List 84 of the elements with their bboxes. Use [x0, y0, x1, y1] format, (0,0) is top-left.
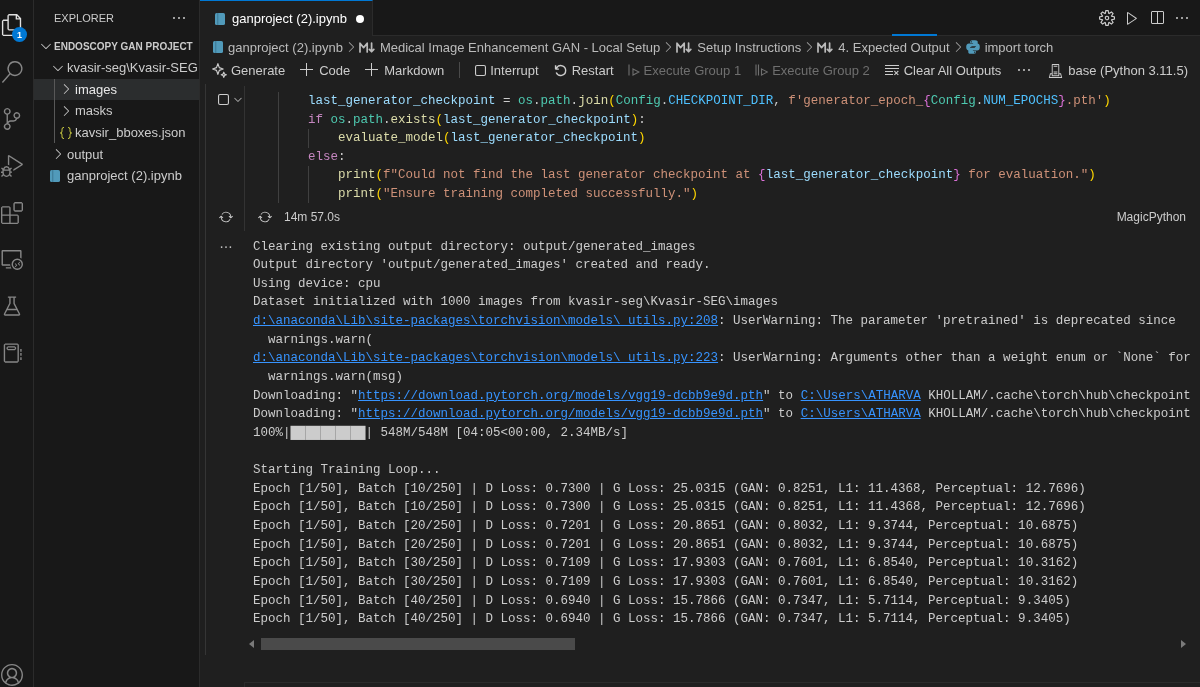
output-line: Epoch [1/50], Batch [40/250] | D Loss: 0.6940 | G Loss: 15.7866 (GAN: 0.7347, L1: 5.7114, Perceptual: 9.3405): [253, 592, 1072, 610]
breadcrumb-item[interactable]: ganproject (2).ipynb: [213, 39, 343, 55]
markdown-icon: [817, 41, 834, 53]
python-icon: [965, 40, 980, 54]
run-debug-icon[interactable]: [1, 154, 23, 177]
output-line: d:\anaconda\Lib\site-packages\torchvision\models\_utils.py:223: UserWarning: Arguments other than a weight enum or `None` for: [253, 350, 1192, 368]
toolbar-button[interactable]: Code: [294, 59, 356, 81]
restart-icon: [552, 62, 568, 78]
notebook-icon: [50, 169, 60, 182]
sparkle-icon: [212, 62, 227, 78]
breadcrumb-item[interactable]: import torch: [965, 39, 1054, 55]
search-icon[interactable]: [1, 61, 23, 84]
server-icon: [1048, 62, 1064, 78]
output-line: warnings.warn(: [267, 331, 375, 349]
notification-badge: 1: [12, 27, 27, 42]
arrow-right-icon[interactable]: [1181, 640, 1186, 649]
output-line: Epoch [1/50], Batch [40/250] | D Loss: 0.6940 | G Loss: 15.7866 (GAN: 0.7347, L1: 5.7114, Perceptual: 9.3405): [253, 611, 1072, 629]
notebook-icon[interactable]: [1, 341, 23, 364]
output-line: Epoch [1/50], Batch [30/250] | D Loss: 0.7109 | G Loss: 17.9303 (GAN: 0.7601, L1: 6.8540, Perceptual: 10.3162): [253, 574, 1080, 592]
elapsed-time: 14m 57.0s: [284, 210, 341, 224]
clear-all-icon: [883, 62, 900, 78]
toolbar-button[interactable]: Interrupt: [470, 59, 544, 81]
run-group-icon: [755, 64, 769, 76]
toolbar-button[interactable]: Restart: [547, 59, 619, 81]
plus-icon: [364, 62, 381, 78]
notebook-icon: [213, 41, 223, 53]
scrollbar-thumb[interactable]: [261, 638, 575, 651]
split-editor-icon[interactable]: [1149, 9, 1165, 26]
plus-icon: [299, 62, 316, 78]
busy-indicator: [892, 34, 937, 36]
output-line: Using device: cpu: [253, 275, 382, 293]
output-link[interactable]: https://download.pytorch.org/models/vgg19-dcbb9e9d.pth: [358, 407, 764, 422]
tree-item[interactable]: masks: [34, 100, 199, 122]
run-group-icon: [627, 64, 640, 76]
output-line: d:\anaconda\Lib\site-packages\torchvision\models\_utils.py:208: UserWarning: The parameter 'pretrained' is deprecated since: [253, 313, 1177, 331]
output-line: Starting Training Loop...: [253, 462, 442, 480]
section-title: ENDOSCOPY GAN PROJECT: [54, 40, 193, 52]
tree-item[interactable]: ganproject (2).ipynb: [34, 164, 199, 187]
square-icon: [475, 64, 487, 76]
notebook-icon: [215, 12, 225, 25]
braces-icon: [58, 124, 74, 141]
output-line: Downloading: "https://download.pytorch.org/models/vgg19-dcbb9e9d.pth" to C:\Users\ATHARVA KHOLLAM/.cache\torch\hub\checkpoint: [253, 387, 1192, 405]
sidebar-title: EXPLORER: [54, 11, 114, 24]
remote-monitor-icon[interactable]: [1, 248, 23, 271]
breadcrumb-item[interactable]: Medical Image Enhancement GAN - Local Setup: [358, 39, 661, 55]
markdown-icon: [676, 41, 693, 53]
sync-icon: [258, 210, 272, 224]
output-line: Epoch [1/50], Batch [20/250] | D Loss: 0.7201 | G Loss: 20.8651 (GAN: 0.8032, L1: 9.3744, Perceptual: 10.6875): [253, 518, 1080, 536]
output-line: warnings.warn(msg): [267, 369, 405, 386]
output-link[interactable]: https://download.pytorch.org/models/vgg19-dcbb9e9d.pth: [358, 388, 764, 403]
breadcrumb-item[interactable]: Setup Instructions: [676, 39, 802, 55]
markdown-icon: [358, 41, 375, 53]
tree-item[interactable]: kavsir_bboxes.json: [34, 121, 199, 144]
arrow-left-icon[interactable]: [249, 640, 254, 649]
account-icon[interactable]: [1, 664, 23, 686]
breadcrumb-item[interactable]: 4. Expected Output: [817, 39, 950, 55]
language-button[interactable]: MagicPython: [1116, 210, 1186, 224]
settings-icon[interactable]: [1099, 9, 1115, 26]
tree-item[interactable]: kvasir-seg\Kvasir-SEG: [34, 57, 199, 79]
tree-item[interactable]: output: [34, 143, 199, 165]
output-link[interactable]: d:\anaconda\Lib\site-packages\torchvision\models\_utils.py:223: [253, 351, 719, 366]
play-icon[interactable]: [1124, 9, 1140, 26]
source-control-icon[interactable]: [1, 108, 23, 130]
output-line: Epoch [1/50], Batch [10/250] | D Loss: 0.7300 | G Loss: 25.0315 (GAN: 0.8251, L1: 11.4368, Perceptual: 12.7696): [253, 499, 1087, 517]
output-link[interactable]: d:\anaconda\Lib\site-packages\torchvision\models\_utils.py:208: [253, 314, 719, 329]
editor-tab[interactable]: ganproject (2).ipynb: [200, 0, 373, 36]
output-line: Epoch [1/50], Batch [30/250] | D Loss: 0.7109 | G Loss: 17.9303 (GAN: 0.7601, L1: 6.8540, Perceptual: 10.3162): [253, 555, 1080, 573]
output-line: Epoch [1/50], Batch [20/250] | D Loss: 0.7201 | G Loss: 20.8651 (GAN: 0.8032, L1: 9.3744, Perceptual: 10.6875): [253, 536, 1080, 554]
output-line: Downloading: "https://download.pytorch.org/models/vgg19-dcbb9e9d.pth" to C:\Users\ATHARVA KHOLLAM/.cache\torch\hub\checkpoint: [253, 406, 1192, 424]
toolbar-button[interactable]: Generate: [207, 59, 291, 81]
flask-icon[interactable]: [1, 295, 23, 318]
extensions-icon[interactable]: [1, 201, 23, 224]
output-line: 100%|██████████| 548M/548M [04:05<00:00, 2.34MB/s]: [253, 424, 630, 442]
kernel-button[interactable]: base (Python 3.11.5): [1043, 59, 1193, 81]
output-line: Clearing existing output directory: output/generated_images: [253, 238, 697, 256]
toolbar-button[interactable]: Clear All Outputs: [878, 59, 1007, 81]
toolbar-button[interactable]: Markdown: [359, 59, 450, 81]
output-line: Output directory 'output/generated_images' created and ready.: [253, 257, 712, 275]
output-link[interactable]: C:\Users\ATHARVA: [800, 407, 921, 422]
output-line: Dataset initialized with 1000 images from kvasir-seg\Kvasir-SEG\images: [253, 294, 780, 312]
stop-icon[interactable]: [218, 94, 229, 105]
tree-item[interactable]: images: [34, 78, 199, 101]
output-link[interactable]: C:\Users\ATHARVA: [800, 388, 921, 403]
output-line: Epoch [1/50], Batch [10/250] | D Loss: 0.7300 | G Loss: 25.0315 (GAN: 0.8251, L1: 11.4368, Perceptual: 12.7696): [253, 480, 1087, 498]
